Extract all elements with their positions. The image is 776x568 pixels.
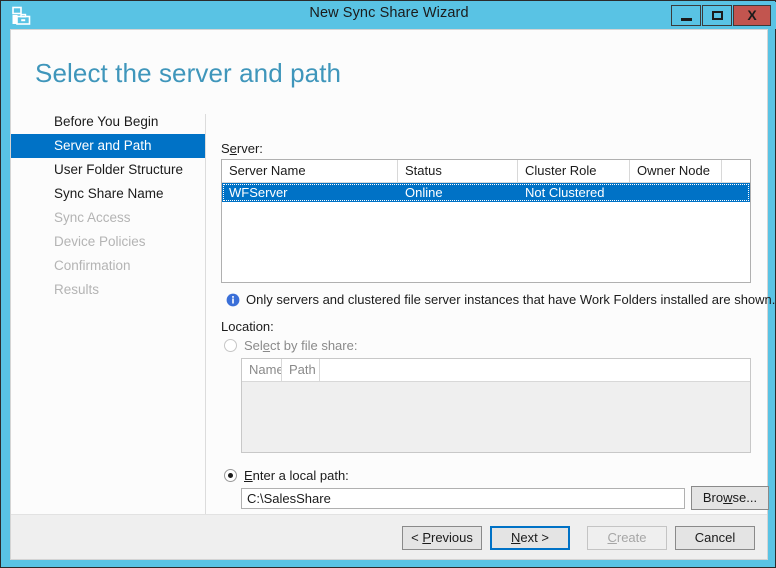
wizard-client-area: Select the server and path Before You Be… bbox=[10, 29, 768, 560]
file-share-list[interactable]: NamePath bbox=[241, 358, 751, 453]
sidebar-item-sync-access: Sync Access bbox=[11, 206, 205, 230]
button-label-accelerator: N bbox=[511, 530, 520, 545]
select-by-file-share-label: Select by file share: bbox=[244, 338, 357, 353]
path-label-accelerator: E bbox=[244, 468, 253, 483]
sidebar-item-label: Confirmation bbox=[54, 258, 131, 273]
sidebar-item-results: Results bbox=[11, 278, 205, 302]
select-by-file-share-option[interactable]: Select by file share: bbox=[224, 338, 357, 353]
server-label-post: rver: bbox=[237, 141, 263, 156]
button-label-post: ext > bbox=[520, 530, 549, 545]
sidebar-item-label: Sync Access bbox=[54, 210, 131, 225]
sidebar-item-sync-share-name[interactable]: Sync Share Name bbox=[11, 182, 205, 206]
button-label-post: revious bbox=[431, 530, 473, 545]
local-path-input[interactable]: C:\SalesShare bbox=[241, 488, 685, 509]
maximize-icon bbox=[712, 11, 723, 20]
enter-local-path-radio[interactable] bbox=[224, 469, 237, 482]
sidebar-item-device-policies: Device Policies bbox=[11, 230, 205, 254]
cell-cluster-role: Not Clustered bbox=[518, 183, 630, 202]
wizard-footer: Next > < Previous Create Cancel bbox=[11, 515, 767, 559]
share-label-post: ct by file share: bbox=[270, 338, 357, 353]
cell-status: Online bbox=[398, 183, 518, 202]
sidebar-item-label: User Folder Structure bbox=[54, 162, 183, 177]
button-label-accelerator: C bbox=[607, 530, 616, 545]
create-button: Create bbox=[587, 526, 667, 550]
column-header-server-name[interactable]: Server Name bbox=[222, 160, 398, 182]
path-label-post: nter a local path: bbox=[253, 468, 349, 483]
browse-label-accelerator: w bbox=[723, 490, 732, 505]
cancel-button[interactable]: Cancel bbox=[675, 526, 755, 550]
cell-owner-node bbox=[630, 183, 722, 202]
column-header-name[interactable]: Name bbox=[242, 359, 282, 381]
server-list-body[interactable]: WFServerOnlineNot Clustered bbox=[222, 183, 750, 202]
browse-label-post: se... bbox=[733, 490, 758, 505]
title-bar: New Sync Share Wizard X bbox=[2, 2, 776, 29]
server-label: Server: bbox=[221, 141, 263, 156]
info-note-text: Only servers and clustered file server i… bbox=[246, 292, 775, 307]
info-icon bbox=[226, 293, 240, 307]
server-label-accelerator: e bbox=[230, 141, 237, 156]
browse-button[interactable]: Browse... bbox=[691, 486, 769, 510]
server-label-pre: S bbox=[221, 141, 230, 156]
sidebar-item-label: Before You Begin bbox=[54, 114, 158, 129]
location-label: Location: bbox=[221, 319, 274, 334]
window-title: New Sync Share Wizard bbox=[2, 5, 776, 21]
cell-server-name: WFServer bbox=[222, 183, 398, 202]
minimize-icon bbox=[681, 18, 692, 21]
sidebar-item-server-and-path[interactable]: Server and Path bbox=[11, 134, 205, 158]
sidebar-item-label: Sync Share Name bbox=[54, 186, 164, 201]
column-header-cluster-role[interactable]: Cluster Role bbox=[518, 160, 630, 182]
next-button[interactable]: Next > bbox=[490, 526, 570, 550]
button-label-post: reate bbox=[617, 530, 647, 545]
server-list[interactable]: Server NameStatusCluster RoleOwner Node … bbox=[221, 159, 751, 283]
info-note: Only servers and clustered file server i… bbox=[226, 292, 754, 307]
previous-button[interactable]: < Previous bbox=[402, 526, 482, 550]
page-title: Select the server and path bbox=[35, 58, 341, 89]
wizard-window: New Sync Share Wizard X Select the serve… bbox=[0, 0, 776, 568]
column-header-filler bbox=[320, 359, 750, 381]
column-header-owner-node[interactable]: Owner Node bbox=[630, 160, 722, 182]
button-label-post: Cancel bbox=[695, 530, 735, 545]
share-label-pre: Sel bbox=[244, 338, 263, 353]
sidebar-divider bbox=[205, 114, 206, 524]
server-list-header: Server NameStatusCluster RoleOwner Node bbox=[222, 160, 750, 183]
maximize-button[interactable] bbox=[702, 5, 732, 26]
select-by-file-share-radio[interactable] bbox=[224, 339, 237, 352]
column-header-status[interactable]: Status bbox=[398, 160, 518, 182]
sidebar-item-user-folder-structure[interactable]: User Folder Structure bbox=[11, 158, 205, 182]
sidebar-item-label: Device Policies bbox=[54, 234, 146, 249]
table-row[interactable]: WFServerOnlineNot Clustered bbox=[222, 183, 750, 202]
sidebar-item-confirmation: Confirmation bbox=[11, 254, 205, 278]
browse-label-pre: Bro bbox=[703, 490, 723, 505]
button-label-pre: < bbox=[411, 530, 422, 545]
wizard-step-nav: Before You Begin Server and Path User Fold… bbox=[11, 110, 205, 302]
share-label-accelerator: e bbox=[263, 338, 270, 353]
sidebar-item-label: Server and Path bbox=[54, 138, 152, 153]
close-button[interactable]: X bbox=[733, 5, 771, 26]
enter-local-path-option[interactable]: Enter a local path: bbox=[224, 468, 349, 483]
enter-local-path-label: Enter a local path: bbox=[244, 468, 349, 483]
sidebar-item-before-you-begin[interactable]: Before You Begin bbox=[11, 110, 205, 134]
file-share-list-header: NamePath bbox=[242, 359, 750, 382]
column-header-filler bbox=[722, 160, 750, 182]
button-label-accelerator: P bbox=[422, 530, 431, 545]
sidebar-item-label: Results bbox=[54, 282, 99, 297]
minimize-button[interactable] bbox=[671, 5, 701, 26]
column-header-path[interactable]: Path bbox=[282, 359, 320, 381]
